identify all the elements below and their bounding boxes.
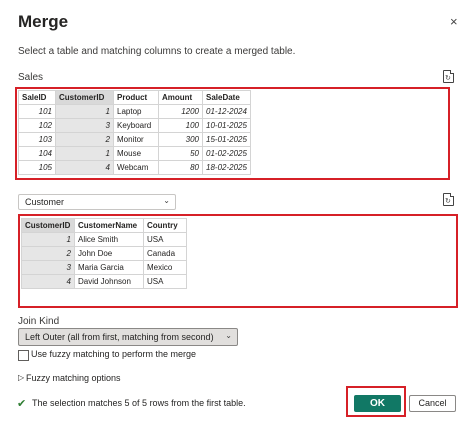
chevron-down-icon: ⌄ — [163, 196, 170, 205]
table-cell: Mouse — [113, 146, 159, 161]
fuzzy-matching-checkbox[interactable] — [18, 350, 29, 361]
column-header-saleid[interactable]: SaleID — [18, 90, 56, 105]
table-row: 104 1 Mouse 50 01-02-2025 — [18, 146, 251, 161]
table-cell: 01-12-2024 — [202, 104, 251, 119]
column-header-customername[interactable]: CustomerName — [74, 218, 144, 233]
dialog-subtitle: Select a table and matching columns to c… — [18, 46, 296, 57]
column-header-saledate[interactable]: SaleDate — [202, 90, 251, 105]
table-row: 2 John Doe Canada — [21, 246, 187, 261]
fuzzy-matching-options-toggle[interactable]: Fuzzy matching options — [26, 373, 121, 383]
table-cell: 50 — [158, 146, 203, 161]
table-cell: USA — [143, 232, 187, 247]
table-cell: 102 — [18, 118, 56, 133]
ok-button[interactable]: OK — [354, 395, 401, 412]
table-cell: 80 — [158, 160, 203, 175]
table-cell: Monitor — [113, 132, 159, 147]
table-row: 4 David Johnson USA — [21, 274, 187, 289]
table-cell: 2 — [55, 132, 114, 147]
table-cell: 4 — [21, 274, 75, 289]
table-cell: John Doe — [74, 246, 144, 261]
second-table-dropdown[interactable]: Customer ⌄ — [18, 194, 176, 210]
chevron-right-icon[interactable]: ▷ — [18, 373, 24, 382]
table-cell: Laptop — [113, 104, 159, 119]
table-cell: 100 — [158, 118, 203, 133]
table-row: 101 1 Laptop 1200 01-12-2024 — [18, 104, 251, 119]
join-kind-value: Left Outer (all from first, matching fro… — [25, 332, 214, 342]
sales-preview-table: SaleID CustomerID Product Amount SaleDat… — [18, 90, 251, 175]
table-cell: 103 — [18, 132, 56, 147]
table-cell: 15-01-2025 — [202, 132, 251, 147]
column-header-customerid[interactable]: CustomerID — [21, 218, 75, 233]
sales-table-label: Sales — [18, 72, 44, 83]
customer-preview-table: CustomerID CustomerName Country 1 Alice … — [21, 218, 187, 289]
table-cell: Alice Smith — [74, 232, 144, 247]
table-cell: 2 — [21, 246, 75, 261]
column-header-customerid[interactable]: CustomerID — [55, 90, 114, 105]
chevron-down-icon: ⌄ — [225, 331, 232, 340]
cancel-button[interactable]: Cancel — [409, 395, 456, 412]
close-icon[interactable]: × — [450, 14, 458, 29]
join-kind-select[interactable]: Left Outer (all from first, matching fro… — [18, 328, 238, 346]
table-row: 102 3 Keyboard 100 10-01-2025 — [18, 118, 251, 133]
table-cell: 01-02-2025 — [202, 146, 251, 161]
table-cell: Mexico — [143, 260, 187, 275]
table-cell: Webcam — [113, 160, 159, 175]
fuzzy-matching-checkbox-label[interactable]: Use fuzzy matching to perform the merge — [31, 349, 196, 359]
table-cell: 18-02-2025 — [202, 160, 251, 175]
table-row: 105 4 Webcam 80 18-02-2025 — [18, 160, 251, 175]
table-cell: 3 — [55, 118, 114, 133]
page-refresh-icon[interactable]: ↻ — [443, 193, 454, 206]
second-table-dropdown-value: Customer — [25, 197, 65, 207]
table-cell: 1 — [55, 104, 114, 119]
table-row: 103 2 Monitor 300 15-01-2025 — [18, 132, 251, 147]
match-status-text: The selection matches 5 of 5 rows from t… — [32, 398, 246, 408]
page-refresh-icon[interactable]: ↻ — [443, 70, 454, 83]
table-header-row: CustomerID CustomerName Country — [21, 218, 187, 233]
checkmark-icon: ✔ — [17, 398, 27, 410]
table-cell: 1 — [21, 232, 75, 247]
table-header-row: SaleID CustomerID Product Amount SaleDat… — [18, 90, 251, 105]
column-header-country[interactable]: Country — [143, 218, 187, 233]
table-row: 1 Alice Smith USA — [21, 232, 187, 247]
table-cell: 3 — [21, 260, 75, 275]
join-kind-label: Join Kind — [18, 316, 60, 327]
table-cell: David Johnson — [74, 274, 144, 289]
table-cell: USA — [143, 274, 187, 289]
table-row: 3 Maria Garcia Mexico — [21, 260, 187, 275]
table-cell: 1200 — [158, 104, 203, 119]
dialog-title: Merge — [18, 12, 69, 31]
table-cell: 105 — [18, 160, 56, 175]
table-cell: 300 — [158, 132, 203, 147]
table-cell: 1 — [55, 146, 114, 161]
column-header-amount[interactable]: Amount — [158, 90, 203, 105]
table-cell: 4 — [55, 160, 114, 175]
table-cell: 101 — [18, 104, 56, 119]
table-cell: 104 — [18, 146, 56, 161]
column-header-product[interactable]: Product — [113, 90, 159, 105]
table-cell: Maria Garcia — [74, 260, 144, 275]
table-cell: 10-01-2025 — [202, 118, 251, 133]
table-cell: Canada — [143, 246, 187, 261]
table-cell: Keyboard — [113, 118, 159, 133]
